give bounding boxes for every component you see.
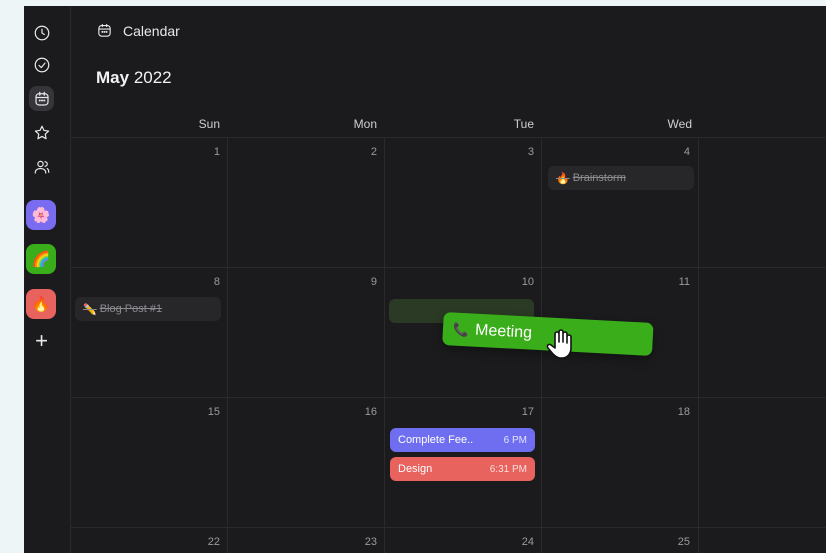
add-label: +	[35, 327, 48, 353]
day-number: 22	[207, 536, 220, 548]
grid-line	[71, 527, 826, 528]
grid-line	[71, 267, 826, 268]
day-number: 23	[364, 536, 377, 548]
day-number: 9	[370, 276, 377, 288]
event-title: Brainstorm	[572, 172, 626, 184]
event-design[interactable]: Design 6:31 PM	[390, 457, 535, 481]
breadcrumb: Calendar	[96, 22, 180, 39]
event-title: Design	[398, 463, 433, 475]
day-number: 17	[521, 406, 534, 418]
fire-emoji: 🔥	[31, 296, 51, 313]
day-number: 10	[521, 276, 534, 288]
clock-icon[interactable]	[29, 20, 54, 45]
event-blog-post[interactable]: ✏️ Blog Post #1	[75, 297, 221, 321]
day-number: 18	[677, 406, 690, 418]
day-number: 24	[521, 536, 534, 548]
weekday-tue: Tue	[513, 117, 534, 131]
weekday-sun: Sun	[198, 117, 220, 131]
event-complete-feedback[interactable]: Complete Fee.. 6 PM	[390, 428, 535, 452]
month-year: 2022	[133, 68, 172, 87]
weekday-mon: Mon	[353, 117, 377, 131]
day-number: 11	[678, 276, 690, 288]
event-title: Complete Fee..	[398, 434, 474, 446]
day-number: 1	[213, 146, 220, 158]
calendar-main: Calendar May 2022 Sun Mon Tue Wed 1 2 3 …	[71, 6, 826, 553]
grid-line	[227, 137, 228, 553]
weekday-wed: Wed	[667, 117, 692, 131]
grid-line	[71, 397, 826, 398]
grid-line	[384, 137, 385, 553]
day-number: 3	[527, 146, 534, 158]
fire-icon: 🔥	[556, 172, 570, 185]
day-number: 2	[370, 146, 377, 158]
event-title: Meeting	[474, 321, 533, 342]
fire-app-icon[interactable]: 🔥	[26, 289, 56, 319]
day-number: 4	[683, 146, 690, 158]
phone-icon: 📞	[452, 321, 470, 337]
page-title: Calendar	[123, 22, 180, 39]
pencil-icon: ✏️	[83, 303, 97, 316]
rainbow-emoji: 🌈	[31, 251, 51, 268]
check-circle-icon[interactable]	[29, 52, 54, 77]
day-number: 25	[677, 536, 690, 548]
event-brainstorm[interactable]: 🔥 Brainstorm	[548, 166, 694, 190]
event-time: 6 PM	[503, 434, 527, 446]
rainbow-app-icon[interactable]: 🌈	[26, 244, 56, 274]
grid-line	[698, 137, 699, 553]
users-icon[interactable]	[29, 154, 54, 179]
grid-line	[71, 137, 826, 138]
day-number: 8	[213, 276, 220, 288]
star-icon[interactable]	[29, 120, 54, 145]
add-icon[interactable]: +	[29, 328, 54, 353]
sidebar-rail: 🌸 🌈 🔥 +	[24, 6, 71, 553]
month-title: May 2022	[96, 68, 172, 88]
day-number: 16	[364, 406, 377, 418]
flower-app-icon[interactable]: 🌸	[26, 200, 56, 230]
event-title: Blog Post #1	[99, 303, 163, 315]
day-number: 15	[207, 406, 220, 418]
month-name: May	[96, 68, 130, 87]
calendar-app: 🌸 🌈 🔥 + Calendar May 2022 Sun Mon Tue We…	[24, 6, 826, 553]
event-time: 6:31 PM	[489, 463, 527, 475]
flower-emoji: 🌸	[31, 207, 51, 224]
calendar-header-icon	[98, 24, 111, 37]
hand-cursor-icon	[546, 329, 572, 359]
calendar-icon[interactable]	[29, 86, 54, 111]
